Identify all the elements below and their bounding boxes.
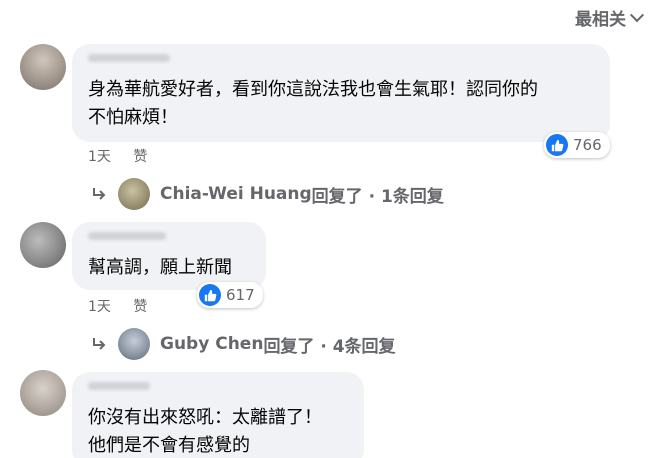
reply-count-text: 回复了 · 1条回复	[311, 186, 444, 207]
thumbs-up-icon	[199, 284, 221, 306]
view-replies-link[interactable]: Chia-Wei Huang 回复了 · 1条回复	[90, 178, 444, 210]
comment-bubble: 身為華航愛好者，看到你這說法我也會生氣耶！認同你的 不怕麻煩！	[72, 44, 610, 142]
comment-text-line: 不怕麻煩！	[88, 107, 178, 128]
reaction-count-label: 766	[573, 136, 602, 154]
timestamp[interactable]: 1天	[88, 149, 111, 165]
reply-author: Guby Chen	[160, 334, 264, 354]
reply-author: Chia-Wei Huang	[160, 184, 312, 204]
timestamp[interactable]: 1天	[88, 299, 111, 315]
comment-text-line: 他們是不會有感覺的	[88, 435, 250, 456]
reaction-count[interactable]: 617	[197, 282, 263, 308]
avatar[interactable]	[20, 370, 66, 416]
avatar[interactable]	[20, 222, 66, 268]
avatar[interactable]	[20, 44, 66, 90]
reply-count-text: 回复了 · 4条回复	[263, 336, 396, 357]
author-name[interactable]	[88, 382, 150, 390]
comment-text-line: 你沒有出來怒吼：太離譜了！	[88, 407, 322, 428]
chevron-down-icon	[629, 7, 645, 22]
comment-meta: 1天 赞	[88, 146, 165, 166]
reaction-count-label: 617	[226, 286, 255, 304]
sort-label: 最相关	[575, 10, 626, 30]
view-replies-link[interactable]: Guby Chen 回复了 · 4条回复	[90, 328, 396, 360]
avatar	[118, 328, 150, 360]
comment-text-line: 身為華航愛好者，看到你這說法我也會生氣耶！認同你的	[88, 79, 538, 100]
author-name[interactable]	[88, 232, 166, 240]
avatar	[118, 178, 150, 210]
author-name[interactable]	[88, 54, 170, 62]
reaction-count[interactable]: 766	[544, 132, 610, 158]
reply-arrow-icon	[93, 188, 106, 200]
reply-arrow-icon	[93, 338, 106, 350]
comment-text-line: 幫高調，願上新聞	[88, 257, 232, 278]
comment-meta: 1天 赞	[88, 296, 165, 316]
like-button[interactable]: 赞	[133, 299, 147, 315]
sort-dropdown[interactable]: 最相关	[575, 5, 645, 30]
like-button[interactable]: 赞	[133, 149, 147, 165]
comment-bubble: 幫高調，願上新聞	[72, 222, 266, 290]
comment-bubble: 你沒有出來怒吼：太離譜了！ 他們是不會有感覺的	[72, 372, 364, 458]
thumbs-up-icon	[546, 134, 568, 156]
